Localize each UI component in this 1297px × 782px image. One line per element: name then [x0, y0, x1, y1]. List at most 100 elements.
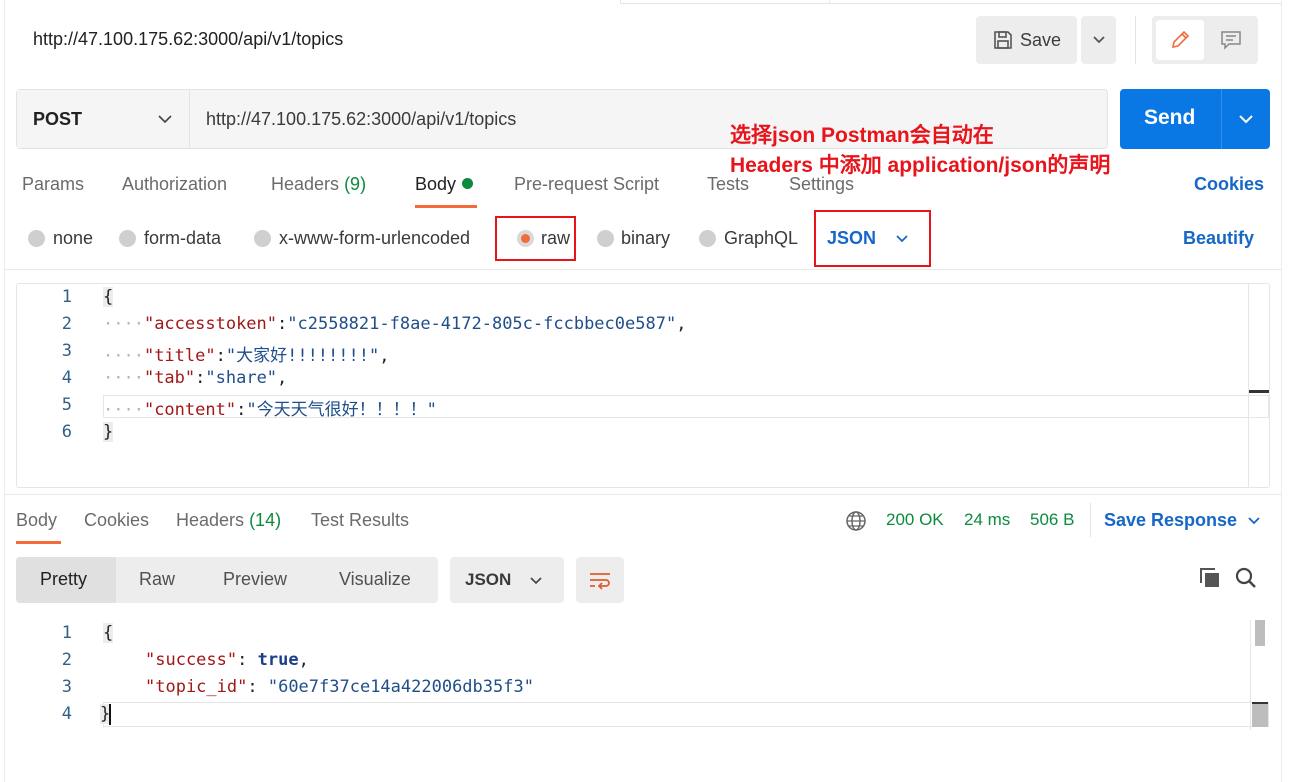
chevron-down-icon: [530, 577, 542, 585]
body-indicator-dot: [462, 178, 474, 189]
radio-urlencoded[interactable]: [254, 230, 271, 247]
radio-raw-label: raw: [541, 228, 571, 248]
save-options-button[interactable]: [1081, 16, 1116, 64]
comment-icon: [1221, 31, 1241, 50]
save-label: Save: [1019, 29, 1062, 50]
response-active-tab-indicator: [16, 541, 61, 544]
view-pretty-label: Pretty: [40, 569, 88, 589]
tab-params[interactable]: Params: [22, 174, 84, 195]
radio-none-label: none: [53, 228, 94, 248]
line-number: 2: [61, 650, 72, 670]
tab-body[interactable]: Body: [415, 174, 474, 195]
response-scroll-marker: [1252, 702, 1268, 727]
chevron-down-icon[interactable]: [1236, 109, 1256, 129]
radio-binary[interactable]: [597, 230, 614, 247]
annotation-line-2: Headers 中添加 application/json的声明: [730, 154, 1111, 177]
text-cursor: [109, 704, 111, 725]
send-divider: [1221, 89, 1222, 149]
documentation-mode-button[interactable]: [1208, 20, 1254, 60]
wrap-lines-icon: [590, 573, 610, 590]
code-line: ····"accesstoken":"c2558821-f8ae-4172-80…: [103, 314, 687, 334]
response-tab-headers[interactable]: Headers (14): [176, 510, 281, 531]
line-number: 4: [61, 704, 72, 724]
annotation-line-1: 选择json Postman会自动在: [730, 124, 994, 147]
response-tab-body[interactable]: Body: [16, 510, 57, 531]
tab-strip-edge: [830, 0, 1282, 4]
toolbar-divider: [1135, 16, 1136, 64]
radio-graphql[interactable]: [699, 230, 716, 247]
request-title[interactable]: http://47.100.175.62:3000/api/v1/topics: [33, 29, 343, 50]
response-time[interactable]: 24 ms: [964, 510, 1010, 530]
chevron-down-icon[interactable]: [1246, 511, 1262, 529]
send-label: Send: [1144, 106, 1196, 129]
line-number: 4: [61, 368, 72, 388]
chevron-down-icon: [1092, 36, 1105, 44]
response-tab-cookies[interactable]: Cookies: [84, 510, 149, 531]
line-number: 3: [61, 677, 72, 697]
view-preview-button[interactable]: Preview: [223, 569, 287, 590]
line-number: 3: [61, 341, 72, 361]
tab-headers-label: Headers: [271, 174, 340, 194]
search-icon[interactable]: [1234, 566, 1258, 590]
response-tab-test-results[interactable]: Test Results: [311, 510, 409, 531]
editor-scroll-marker: [1249, 390, 1269, 393]
line-number: 1: [61, 287, 72, 307]
radio-none[interactable]: [28, 230, 45, 247]
line-number: 1: [61, 623, 72, 643]
status-code[interactable]: 200 OK: [886, 510, 944, 530]
save-button[interactable]: Save: [976, 16, 1077, 64]
code-line: ····"title":"大家好!!!!!!!!",: [103, 346, 390, 366]
divider: [4, 494, 1282, 495]
active-tab-indicator: [415, 205, 477, 208]
response-format-label: JSON: [465, 570, 512, 589]
headers-count: (9): [344, 174, 367, 194]
code-line: ····"tab":"share",: [103, 368, 288, 388]
save-icon: [994, 31, 1012, 49]
url-input[interactable]: http://47.100.175.62:3000/api/v1/topics: [206, 109, 516, 130]
copy-icon[interactable]: [1198, 566, 1222, 590]
response-scroll-thumb[interactable]: [1255, 620, 1265, 646]
cookies-link[interactable]: Cookies: [1194, 174, 1264, 195]
radio-binary-label: binary: [621, 228, 671, 248]
view-visualize-button[interactable]: Visualize: [339, 569, 411, 590]
code-line: ····"content":"今天天气很好！！！！": [103, 400, 437, 420]
beautify-link[interactable]: Beautify: [1183, 228, 1254, 249]
radio-form-data-label: form-data: [144, 228, 222, 248]
divider: [4, 269, 1282, 270]
pencil-icon: [1171, 30, 1190, 49]
response-current-line: [103, 702, 1269, 727]
edit-mode-button[interactable]: [1156, 20, 1204, 60]
tab-pre-request-script[interactable]: Pre-request Script: [514, 174, 659, 195]
radio-form-data[interactable]: [119, 230, 136, 247]
tab-body-label: Body: [415, 174, 457, 194]
line-number: 2: [61, 314, 72, 334]
radio-urlencoded-label: x-www-form-urlencoded: [279, 228, 471, 248]
wrap-lines-button[interactable]: [576, 557, 624, 603]
line-number: 6: [61, 422, 72, 442]
tab-headers[interactable]: Headers (9): [271, 174, 366, 195]
format-select[interactable]: JSON: [827, 228, 876, 249]
status-divider: [1090, 503, 1091, 537]
code-brace-open: {: [103, 287, 114, 307]
line-number: 5: [61, 395, 72, 415]
method-label: POST: [33, 109, 83, 129]
code-brace-close: }: [103, 422, 114, 442]
active-tab-edge: [620, 0, 830, 4]
response-size[interactable]: 506 B: [1030, 510, 1074, 530]
tab-settings[interactable]: Settings: [789, 174, 854, 195]
response-code-line: "success": true,: [145, 650, 309, 670]
chevron-down-icon: [158, 115, 172, 124]
radio-graphql-label: GraphQL: [724, 228, 799, 248]
response-tab-headers-label: Headers: [176, 510, 245, 530]
tab-tests[interactable]: Tests: [707, 174, 749, 195]
save-response-button[interactable]: Save Response: [1104, 510, 1237, 531]
editor-scroll-track: [1248, 284, 1249, 487]
response-headers-count: (14): [249, 510, 282, 530]
tab-authorization[interactable]: Authorization: [122, 174, 227, 195]
response-code-line: "topic_id": "60e7f37ce14a422006db35f3": [145, 677, 534, 697]
globe-icon[interactable]: [845, 510, 867, 532]
view-raw-button[interactable]: Raw: [139, 569, 175, 590]
response-brace-open: {: [103, 623, 114, 643]
chevron-down-icon[interactable]: [894, 229, 910, 247]
radio-raw[interactable]: [517, 230, 534, 247]
